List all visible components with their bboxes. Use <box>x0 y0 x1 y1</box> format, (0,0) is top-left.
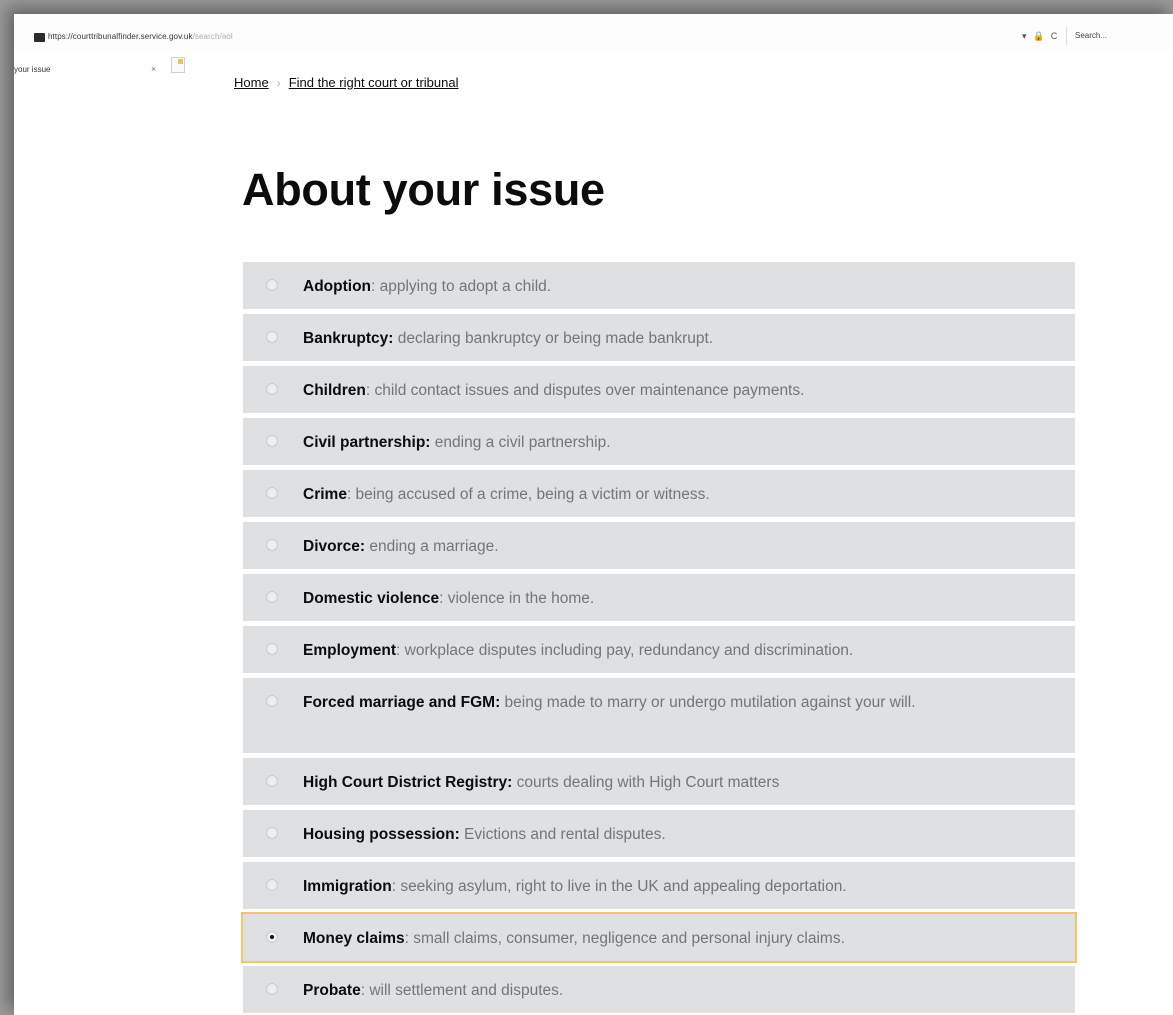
option-description: : child contact issues and disputes over… <box>365 382 805 399</box>
option-description: being made to marry or undergo mutilatio… <box>500 694 916 711</box>
option-term: Civil partnership: <box>303 434 431 451</box>
option-adoption[interactable]: Adoption: applying to adopt a child. <box>243 262 1075 309</box>
option-high-court[interactable]: High Court District Registry: courts dea… <box>243 758 1075 805</box>
option-crime[interactable]: Crime: being accused of a crime, being a… <box>243 470 1075 517</box>
address-bar: https://courttribunalfinder.service.gov.… <box>14 14 1173 53</box>
option-label: Forced marriage and FGM: being made to m… <box>303 692 1023 714</box>
radio-button[interactable] <box>266 983 278 995</box>
option-bankruptcy[interactable]: Bankruptcy: declaring bankruptcy or bein… <box>243 314 1075 361</box>
option-term: Children <box>303 382 366 399</box>
option-term: Immigration <box>303 878 392 895</box>
option-label: Children: child contact issues and dispu… <box>303 380 1023 402</box>
option-domestic-violence[interactable]: Domestic violence: violence in the home. <box>243 574 1075 621</box>
option-term: Forced marriage and FGM: <box>303 694 501 711</box>
option-label: Crime: being accused of a crime, being a… <box>303 484 1023 506</box>
breadcrumb: Home › Find the right court or tribunal <box>234 75 459 90</box>
url-main: https://courttribunalfinder.service.gov.… <box>48 32 193 41</box>
option-description: Evictions and rental disputes. <box>459 826 666 843</box>
breadcrumb-separator-icon: › <box>276 76 281 90</box>
close-tab-icon[interactable]: × <box>151 64 156 74</box>
option-term: Divorce: <box>303 538 366 555</box>
radio-button[interactable] <box>266 539 278 551</box>
url-controls: ▾ 🔒 C <box>1022 31 1061 42</box>
option-description: : workplace disputes including pay, redu… <box>396 642 854 659</box>
option-housing-possession[interactable]: Housing possession: Evictions and rental… <box>243 810 1075 857</box>
option-label: Immigration: seeking asylum, right to li… <box>303 876 1023 898</box>
radio-button-selected[interactable] <box>266 931 278 943</box>
option-term: Employment <box>303 642 397 659</box>
option-description: courts dealing with High Court matters <box>512 774 780 791</box>
option-description: : violence in the home. <box>439 590 595 607</box>
option-label: Civil partnership: ending a civil partne… <box>303 432 1023 454</box>
option-term: Crime <box>303 486 347 503</box>
option-label: Divorce: ending a marriage. <box>303 536 1023 558</box>
url-field[interactable]: https://courttribunalfinder.service.gov.… <box>48 32 233 41</box>
site-icon <box>34 33 45 42</box>
radio-button[interactable] <box>266 827 278 839</box>
breadcrumb-current-link[interactable]: Find the right court or tribunal <box>289 75 459 90</box>
option-term: Domestic violence <box>303 590 440 607</box>
option-money-claims[interactable]: Money claims: small claims, consumer, ne… <box>241 912 1077 963</box>
option-employment[interactable]: Employment: workplace disputes including… <box>243 626 1075 673</box>
option-description: : applying to adopt a child. <box>371 278 552 295</box>
radio-button[interactable] <box>266 591 278 603</box>
option-divorce[interactable]: Divorce: ending a marriage. <box>243 522 1075 569</box>
option-probate[interactable]: Probate: will settlement and disputes. <box>243 966 1075 1013</box>
option-description: : will settlement and disputes. <box>360 982 564 999</box>
option-label: Housing possession: Evictions and rental… <box>303 824 1023 846</box>
browser-window: https://courttribunalfinder.service.gov.… <box>14 14 1173 1015</box>
radio-button[interactable] <box>266 383 278 395</box>
new-tab-icon[interactable] <box>171 57 185 73</box>
option-label: Adoption: applying to adopt a child. <box>303 276 1023 298</box>
option-label: Probate: will settlement and disputes. <box>303 980 1023 1002</box>
breadcrumb-home-link[interactable]: Home <box>234 75 269 90</box>
option-term: Money claims <box>303 930 405 947</box>
option-immigration[interactable]: Immigration: seeking asylum, right to li… <box>243 862 1075 909</box>
url-path: /search/aol <box>192 32 233 41</box>
radio-button[interactable] <box>266 331 278 343</box>
option-children[interactable]: Children: child contact issues and dispu… <box>243 366 1075 413</box>
option-label: Domestic violence: violence in the home. <box>303 588 1023 610</box>
option-description: : seeking asylum, right to live in the U… <box>391 878 847 895</box>
option-term: Adoption <box>303 278 372 295</box>
radio-button[interactable] <box>266 775 278 787</box>
option-term: Housing possession: <box>303 826 460 843</box>
option-description: ending a marriage. <box>365 538 499 555</box>
option-description: ending a civil partnership. <box>430 434 611 451</box>
radio-button[interactable] <box>266 879 278 891</box>
page-title: About your issue <box>242 164 605 215</box>
option-term: High Court District Registry: <box>303 774 513 791</box>
tab-title[interactable]: your issue <box>14 65 50 74</box>
lock-icon[interactable]: 🔒 <box>1033 31 1044 41</box>
option-forced-marriage[interactable]: Forced marriage and FGM: being made to m… <box>243 678 1075 753</box>
option-description: declaring bankruptcy or being made bankr… <box>393 330 714 347</box>
dropdown-arrow-icon[interactable]: ▾ <box>1022 31 1027 41</box>
option-term: Bankruptcy: <box>303 330 394 347</box>
radio-button[interactable] <box>266 435 278 447</box>
browser-search-input[interactable]: Search... <box>1066 27 1173 45</box>
option-label: Employment: workplace disputes including… <box>303 640 1023 662</box>
reload-icon[interactable]: C <box>1051 31 1058 41</box>
option-label: High Court District Registry: courts dea… <box>303 772 1023 794</box>
option-label: Bankruptcy: declaring bankruptcy or bein… <box>303 328 1023 350</box>
radio-button[interactable] <box>266 643 278 655</box>
issue-radio-list: Adoption: applying to adopt a child. Ban… <box>241 262 1077 1015</box>
radio-button[interactable] <box>266 279 278 291</box>
radio-button[interactable] <box>266 695 278 707</box>
radio-button[interactable] <box>266 487 278 499</box>
option-term: Probate <box>303 982 361 999</box>
option-description: : small claims, consumer, negligence and… <box>404 930 845 947</box>
option-label: Money claims: small claims, consumer, ne… <box>303 928 1023 950</box>
option-civil-partnership[interactable]: Civil partnership: ending a civil partne… <box>243 418 1075 465</box>
option-description: : being accused of a crime, being a vict… <box>346 486 710 503</box>
tab-bar: your issue × <box>14 52 1173 76</box>
